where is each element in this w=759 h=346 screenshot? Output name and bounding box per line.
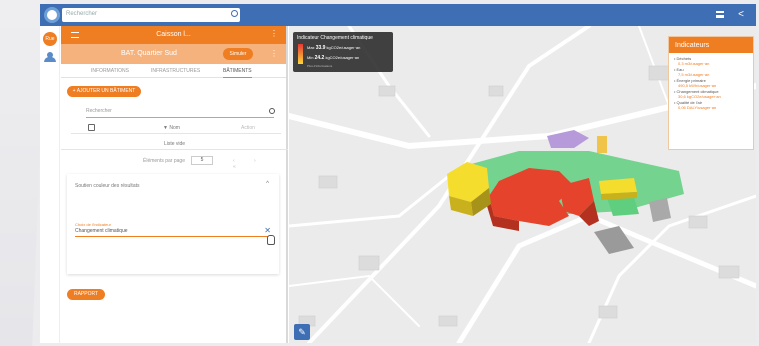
more-icon[interactable]: ⋮ [270, 49, 278, 58]
panel-header: Caisson l... ⋮ [61, 26, 286, 44]
indicator-item: • Énergie primaire 490,5 kWh/usager·an [674, 78, 717, 88]
indicator-item: • Qualité de l'air 0,06 DALY/usager·an [674, 100, 717, 110]
share-icon[interactable]: < [738, 9, 744, 20]
add-building-button[interactable]: + AJOUTER UN BÂTIMENT [67, 86, 141, 97]
simulate-button[interactable]: Simuler [223, 48, 253, 60]
panel-search-input[interactable]: Rechercher [86, 106, 274, 118]
legend-max: Max 33.9 kgCO2e/usager·an [307, 45, 361, 51]
more-icon[interactable]: ⋮ [270, 29, 278, 38]
users-icon[interactable] [44, 52, 56, 62]
panel-title: Caisson l... [156, 31, 191, 38]
color-results-expander: Soutien couleur des résultats ^ Choix de… [67, 174, 279, 274]
menu-icon[interactable] [716, 11, 724, 18]
empty-list-label: Liste vide [61, 138, 288, 150]
global-search-input[interactable]: Rechercher [62, 8, 240, 22]
column-name-header[interactable]: ▼ Nom [163, 125, 180, 131]
expander-title[interactable]: Soutien couleur des résultats [75, 183, 139, 189]
panel-tabs: INFORMATIONS INFRASTRUCTURES BÂTIMENTS [61, 64, 286, 78]
pager-label: Éléments par page [143, 158, 185, 164]
indicator-item: • Eau 7,5 m3/usager·an [674, 67, 710, 77]
indicator-field-label: Choix de l'indicateur [75, 222, 111, 227]
legend-min: Min 24.2 kgCO2e/usager·an [307, 55, 360, 61]
legend-title: Indicateur Changement climatique [297, 35, 373, 41]
page-size-select[interactable]: 5 [191, 156, 213, 165]
pager-nav-buttons[interactable]: ‹ › « [233, 158, 283, 170]
wrench-icon[interactable]: ✎ [294, 324, 310, 340]
panel-subtitle: BAT. Quartier Sud [121, 50, 177, 57]
legend-footer: Plus d'informations [307, 64, 333, 68]
column-action-header: Action [241, 125, 255, 131]
app-window: Rechercher < Rue Caisson l... ⋮ BAT. Qua… [40, 4, 756, 343]
side-panel: Caisson l... ⋮ BAT. Quartier Sud Simuler… [61, 26, 288, 343]
table-header-row: ▼ Nom Action [71, 122, 281, 134]
chevron-up-icon[interactable]: ^ [266, 181, 269, 187]
indicators-list: • Déchets 0,3 m3/usager·an • Eau 7,5 m3/us… [669, 53, 753, 114]
indicators-title: Indicateurs [669, 37, 753, 53]
tab-batiments[interactable]: BÂTIMENTS [223, 68, 252, 78]
indicator-item: • Changement climatique 30,6 kgCO2e/usage… [674, 89, 721, 99]
legend-color-scale [298, 44, 303, 64]
indicators-panel: Indicateurs • Déchets 0,3 m3/usager·an • … [668, 36, 754, 150]
pagination: Éléments par page 5 ‹ › « [143, 156, 283, 170]
report-button[interactable]: RAPPORT [67, 289, 105, 300]
search-icon[interactable] [269, 108, 275, 114]
top-bar: Rechercher < [40, 4, 756, 26]
map-view[interactable]: Indicateur Changement climatique Max 33.… [289, 26, 756, 343]
screenshot-frame: Rechercher < Rue Caisson l... ⋮ BAT. Qua… [0, 0, 759, 346]
indicator-item: • Déchets 0,3 m3/usager·an [674, 56, 710, 66]
logo-icon[interactable] [44, 7, 60, 23]
left-rail: Rue [40, 26, 60, 343]
tab-infrastructures[interactable]: INFRASTRUCTURES [151, 68, 200, 74]
clear-icon[interactable]: ✕ [264, 226, 271, 235]
select-all-checkbox[interactable] [88, 124, 95, 131]
indicator-legend: Indicateur Changement climatique Max 33.… [293, 32, 393, 72]
rail-badge-button[interactable]: Rue [43, 32, 57, 46]
tab-informations[interactable]: INFORMATIONS [91, 68, 129, 74]
search-icon[interactable] [231, 10, 238, 17]
hand-cursor-icon [267, 235, 275, 245]
indicator-select[interactable]: Changement climatique [75, 228, 271, 237]
panel-subheader: BAT. Quartier Sud Simuler ⋮ [61, 44, 286, 64]
